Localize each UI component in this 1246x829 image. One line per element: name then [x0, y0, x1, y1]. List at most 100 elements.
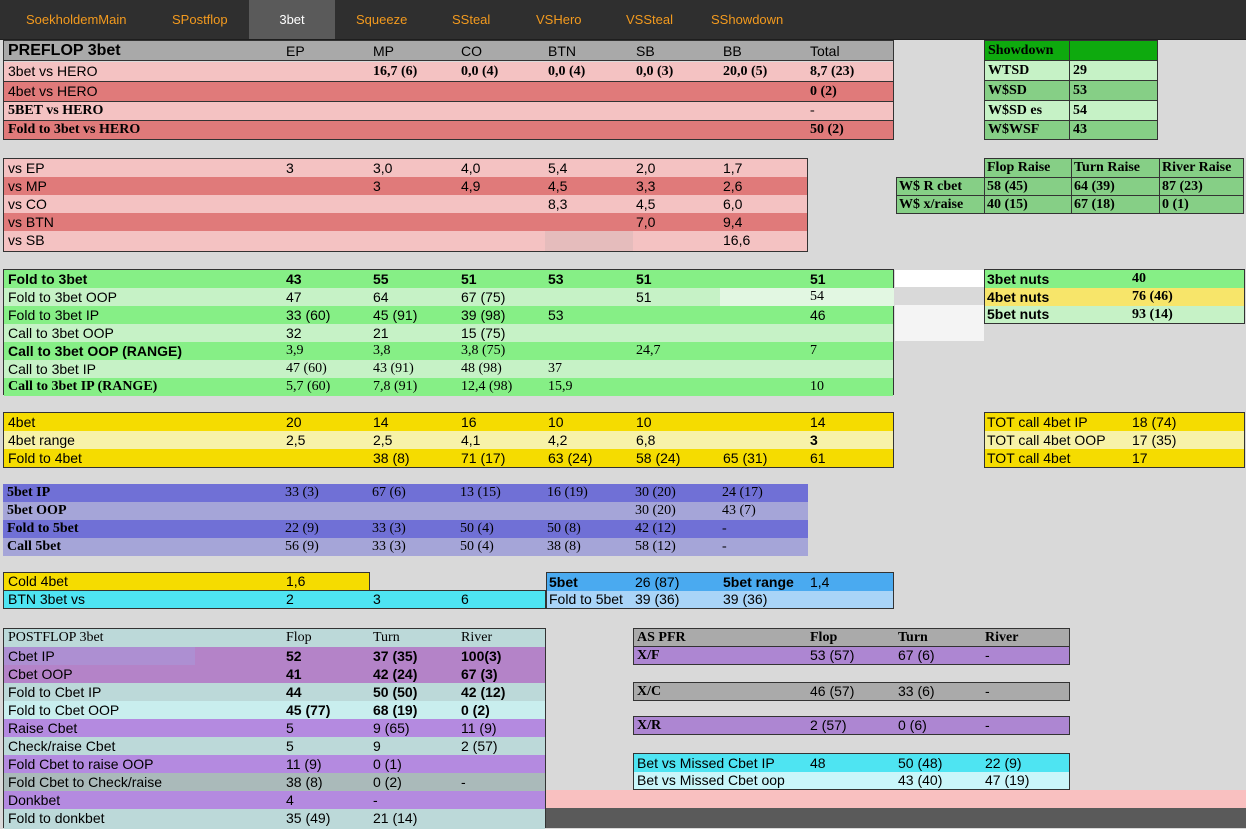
cell-value: 67 (6): [898, 647, 935, 663]
col-bb: BB: [723, 43, 742, 59]
showdown-table: Showdown WTSD 29 W$SD 53 W$SD es 54 W$WS…: [984, 40, 1158, 140]
5bet-box: 5bet 26 (87) 5bet range 1,4 Fold to 5bet…: [546, 572, 894, 609]
cell-value: 24,7: [636, 343, 661, 358]
cell-value: 5: [286, 720, 294, 736]
cell-value: 56 (9): [285, 539, 319, 554]
table-row: Fold to 3bet vs HERO 50 (2): [4, 121, 893, 139]
tab-3bet[interactable]: 3bet: [249, 0, 335, 39]
cell-value: 11 (9): [461, 720, 497, 736]
table-row: Fold Cbet to raise OOP 11 (9) 0 (1): [4, 755, 545, 773]
row-label: 5bet IP: [7, 485, 51, 500]
cell-value: 0,0 (4): [548, 64, 586, 79]
col-flop: Flop: [286, 630, 312, 645]
cell-value: 37 (35): [373, 648, 418, 664]
cell-value: 61: [810, 450, 826, 466]
cell-value: 50 (48): [898, 755, 943, 771]
col-turn: Turn: [373, 630, 400, 645]
tab-vssteal[interactable]: VSSteal: [626, 0, 673, 39]
row-label: Cbet IP: [8, 648, 55, 664]
cell-value: 65 (31): [723, 450, 768, 466]
table-row: Fold to 5bet 22 (9) 33 (3) 50 (4) 50 (8)…: [3, 520, 808, 538]
cell-value: 5: [286, 738, 294, 754]
preflop-title: PREFLOP 3bet: [8, 42, 121, 59]
table-row: vs SB 16,6: [4, 231, 807, 251]
cell-value: 42 (24): [373, 666, 418, 682]
table-row: Call to 3bet IP 47 (60) 43 (91) 48 (98) …: [4, 360, 893, 378]
cell-value: 0 (1): [1159, 195, 1244, 214]
col-turn-raise: Turn Raise: [1071, 158, 1160, 178]
cell-value: 0,0 (3): [636, 64, 674, 79]
table-row: 4bet vs HERO 0 (2): [4, 82, 893, 102]
col-total: Total: [810, 43, 840, 59]
showdown-header: Showdown: [984, 40, 1070, 61]
cell-value: 4,5: [636, 196, 656, 212]
cell-value: 48 (98): [461, 361, 502, 376]
cell-value: 68 (19): [373, 702, 418, 718]
tab-spostflop[interactable]: SPostflop: [172, 0, 228, 39]
tab-soekholdemmain[interactable]: SoekholdemMain: [26, 0, 126, 39]
cell-value: 3,9: [286, 343, 304, 358]
row-label: Fold to donkbet: [8, 810, 105, 826]
table-row: 5BET vs HERO -: [4, 102, 893, 121]
postflop-header-row: POSTFLOP 3bet Flop Turn River: [4, 629, 545, 647]
table-row: Cbet OOP 41 42 (24) 67 (3): [4, 665, 545, 683]
row-label: 4bet vs HERO: [8, 83, 98, 99]
cell-value: 52: [286, 648, 302, 664]
cell-value: 6: [461, 591, 469, 607]
cell-value: 3,8 (75): [461, 343, 506, 358]
cell-value: 53: [548, 271, 564, 287]
cell-value: 8,3: [548, 196, 568, 212]
bottom-dark-strip: [546, 808, 1246, 828]
cell-value: -: [810, 103, 815, 118]
cell-value: -: [373, 792, 378, 808]
cell-value: 20: [286, 414, 302, 430]
row-label: vs CO: [8, 196, 47, 212]
cell-value: 48: [810, 755, 826, 771]
tab-vshero[interactable]: VSHero: [536, 0, 582, 39]
row-label: 5bet range: [723, 574, 794, 590]
cell-value: 2,5: [373, 432, 393, 448]
table-row: vs MP 3 4,9 4,5 3,3 2,6: [4, 177, 807, 195]
table-row: Bet vs Missed Cbet oop 43 (40) 47 (19): [634, 772, 1069, 789]
cell-value: 10: [810, 379, 824, 394]
cell-value: 7,8 (91): [373, 379, 418, 394]
tab-ssteal[interactable]: SSteal: [452, 0, 490, 39]
table-row: X/C 46 (57) 33 (6) -: [633, 682, 1070, 701]
as-pfr-header-row: AS PFR Flop Turn River: [633, 628, 1070, 647]
cell-value: 45 (91): [373, 307, 418, 323]
cell-value: 50 (4): [460, 539, 494, 554]
cell-value: 38 (8): [373, 450, 410, 466]
cell-value: 3: [373, 178, 381, 194]
table-row: 3bet vs HERO 16,7 (6) 0,0 (4) 0,0 (4) 0,…: [4, 62, 893, 82]
cell-value: 33 (3): [285, 485, 319, 500]
4bet-table: 4bet 20 14 16 10 10 14 4bet range 2,5 2,…: [3, 412, 894, 468]
tab-sshowdown[interactable]: SShowdown: [711, 0, 783, 39]
tab-squeeze[interactable]: Squeeze: [356, 0, 407, 39]
row-label: BTN 3bet vs: [8, 591, 86, 607]
cell-value: 67 (3): [461, 666, 498, 682]
cell-value: 12,4 (98): [461, 379, 513, 394]
cell-value: 4,0: [461, 160, 481, 176]
cell-value: 1,4: [810, 574, 830, 590]
table-row: vs CO 8,3 4,5 6,0: [4, 195, 807, 213]
cell-value: 3,0: [373, 160, 393, 176]
cell-value: 44: [286, 684, 302, 700]
cell-value: 53: [1069, 80, 1158, 101]
cell-value: 22 (9): [985, 755, 1022, 771]
cell-value: 4,1: [461, 432, 481, 448]
cell-value: 8,7 (23): [810, 64, 855, 79]
tab-bar: SoekholdemMain SPostflop 3bet Squeeze SS…: [0, 0, 1246, 40]
cell-value: 87 (23): [1159, 177, 1244, 196]
row-label: Fold Cbet to Check/raise: [8, 774, 163, 790]
cell-value: 17 (35): [1132, 432, 1177, 448]
row-label: 4bet: [8, 414, 36, 430]
row-label: 5bet OOP: [7, 503, 67, 518]
cell-value: 26 (87): [635, 574, 680, 590]
row-label: Bet vs Missed Cbet IP: [637, 755, 775, 771]
table-row: Fold to Cbet OOP 45 (77) 68 (19) 0 (2): [4, 701, 545, 719]
cell-value: 2: [286, 591, 294, 607]
row-label: 3bet vs HERO: [8, 63, 98, 79]
cell-value: 43 (7): [722, 503, 756, 518]
cell-value: 9 (65): [373, 720, 410, 736]
cell-value: 53: [548, 307, 564, 323]
